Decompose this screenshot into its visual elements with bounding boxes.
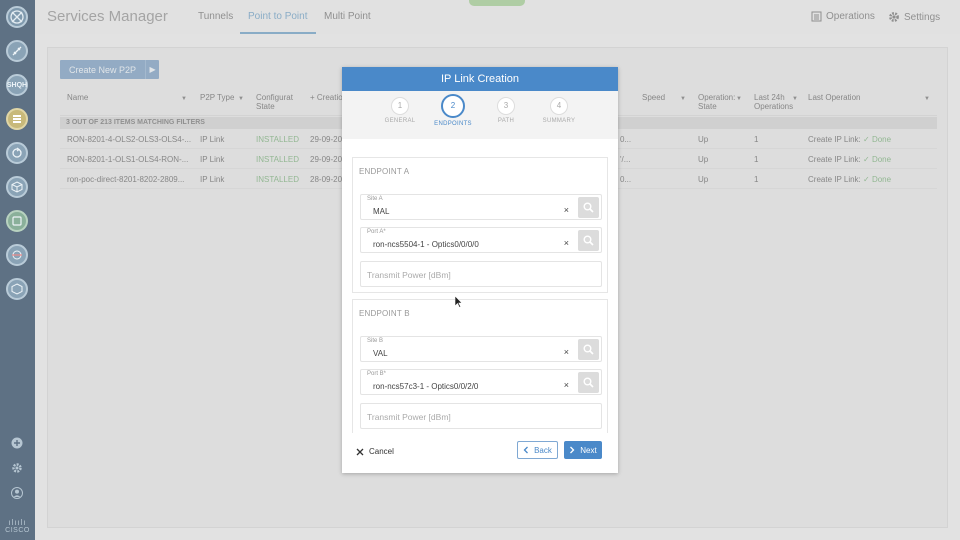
stack-icon[interactable] xyxy=(6,108,28,130)
clear-icon[interactable]: × xyxy=(564,347,569,357)
dialog-title: IP Link Creation xyxy=(342,67,618,91)
step-number: 2 xyxy=(441,94,465,118)
sidebar: SHQH ılıılı CISCO xyxy=(0,0,35,540)
cancel-button[interactable]: Cancel xyxy=(356,447,394,456)
cisco-logo: ılıılı CISCO xyxy=(3,518,32,535)
step-label: SUMMARY xyxy=(542,118,576,124)
chevron-right-icon xyxy=(570,446,575,454)
step-summary[interactable]: 4 SUMMARY xyxy=(534,97,584,124)
port-b-label: Port B* xyxy=(367,371,387,377)
port-a-field[interactable]: Port A* ron-ncs5504-1 - Optics0/0/0/0 × xyxy=(360,227,602,253)
transmit-power-b-input[interactable]: Transmit Power [dBm] xyxy=(360,403,602,429)
search-icon[interactable] xyxy=(578,372,599,393)
divider xyxy=(342,135,618,139)
site-b-label: Site B xyxy=(367,338,384,344)
cisco-brand-text: CISCO xyxy=(5,527,30,534)
site-a-label: Site A xyxy=(367,196,383,202)
sync-icon[interactable] xyxy=(6,142,28,164)
transmit-power-a-placeholder: Transmit Power [dBm] xyxy=(367,270,451,280)
chevron-left-icon xyxy=(523,446,529,454)
link-icon[interactable] xyxy=(6,40,28,62)
endpoint-b-title: ENDPOINT B xyxy=(359,309,410,318)
monitor-icon[interactable] xyxy=(6,244,28,266)
close-icon xyxy=(356,448,364,455)
shield-label-icon[interactable]: SHQH xyxy=(6,74,28,96)
transmit-power-a-input[interactable]: Transmit Power [dBm] xyxy=(360,261,602,287)
step-label: GENERAL xyxy=(384,118,416,124)
site-a-value[interactable]: MAL xyxy=(373,207,389,216)
next-label: Next xyxy=(580,445,597,455)
mouse-cursor-icon xyxy=(454,295,463,310)
port-a-label: Port A* xyxy=(367,229,386,235)
clear-icon[interactable]: × xyxy=(564,238,569,248)
ip-link-creation-dialog: IP Link Creation 1 GENERAL 2 ENDPOINTS 3 PA… xyxy=(342,67,618,473)
port-b-value[interactable]: ron-ncs57c3-1 - Optics0/0/2/0 xyxy=(373,382,478,391)
clear-icon[interactable]: × xyxy=(564,380,569,390)
dialog-footer: Cancel Back Next xyxy=(342,433,618,473)
port-a-value[interactable]: ron-ncs5504-1 - Optics0/0/0/0 xyxy=(373,240,479,249)
site-b-field[interactable]: Site B VAL × xyxy=(360,336,602,362)
cisco-bars-icon: ılıılı xyxy=(8,518,27,527)
search-icon[interactable] xyxy=(578,230,599,251)
site-a-field[interactable]: Site A MAL × xyxy=(360,194,602,220)
site-b-value[interactable]: VAL xyxy=(373,349,388,358)
network-logo-icon[interactable] xyxy=(6,6,28,28)
step-path[interactable]: 3 PATH xyxy=(481,97,531,124)
back-label: Back xyxy=(534,445,552,455)
step-label: PATH xyxy=(497,118,515,124)
sidebar-icon-label: SHQH xyxy=(6,81,28,89)
endpoint-a-title: ENDPOINT A xyxy=(359,167,410,176)
step-general[interactable]: 1 GENERAL xyxy=(375,97,425,124)
user-icon[interactable] xyxy=(10,486,24,500)
globe-icon[interactable] xyxy=(6,210,28,232)
clear-icon[interactable]: × xyxy=(564,205,569,215)
step-endpoints[interactable]: 2 ENDPOINTS xyxy=(428,94,478,127)
cube-icon[interactable] xyxy=(6,176,28,198)
endpoint-b-section: ENDPOINT B Site B VAL × Port B* ron-ncs5… xyxy=(352,299,608,435)
search-icon[interactable] xyxy=(578,197,599,218)
gear-icon[interactable] xyxy=(10,461,24,475)
step-number: 4 xyxy=(550,97,568,115)
endpoint-a-section: ENDPOINT A Site A MAL × Port A* ron-ncs5… xyxy=(352,157,608,293)
step-number: 1 xyxy=(391,97,409,115)
port-b-field[interactable]: Port B* ron-ncs57c3-1 - Optics0/0/2/0 × xyxy=(360,369,602,395)
cancel-label: Cancel xyxy=(369,447,394,456)
search-icon[interactable] xyxy=(578,339,599,360)
next-button[interactable]: Next xyxy=(564,441,602,459)
step-number: 3 xyxy=(497,97,515,115)
add-icon[interactable] xyxy=(10,436,24,450)
transmit-power-b-placeholder: Transmit Power [dBm] xyxy=(367,412,451,422)
wizard-stepper: 1 GENERAL 2 ENDPOINTS 3 PATH 4 SUMMARY xyxy=(342,91,618,135)
step-label: ENDPOINTS xyxy=(434,121,472,127)
layers-icon[interactable] xyxy=(6,278,28,300)
back-button[interactable]: Back xyxy=(517,441,558,459)
